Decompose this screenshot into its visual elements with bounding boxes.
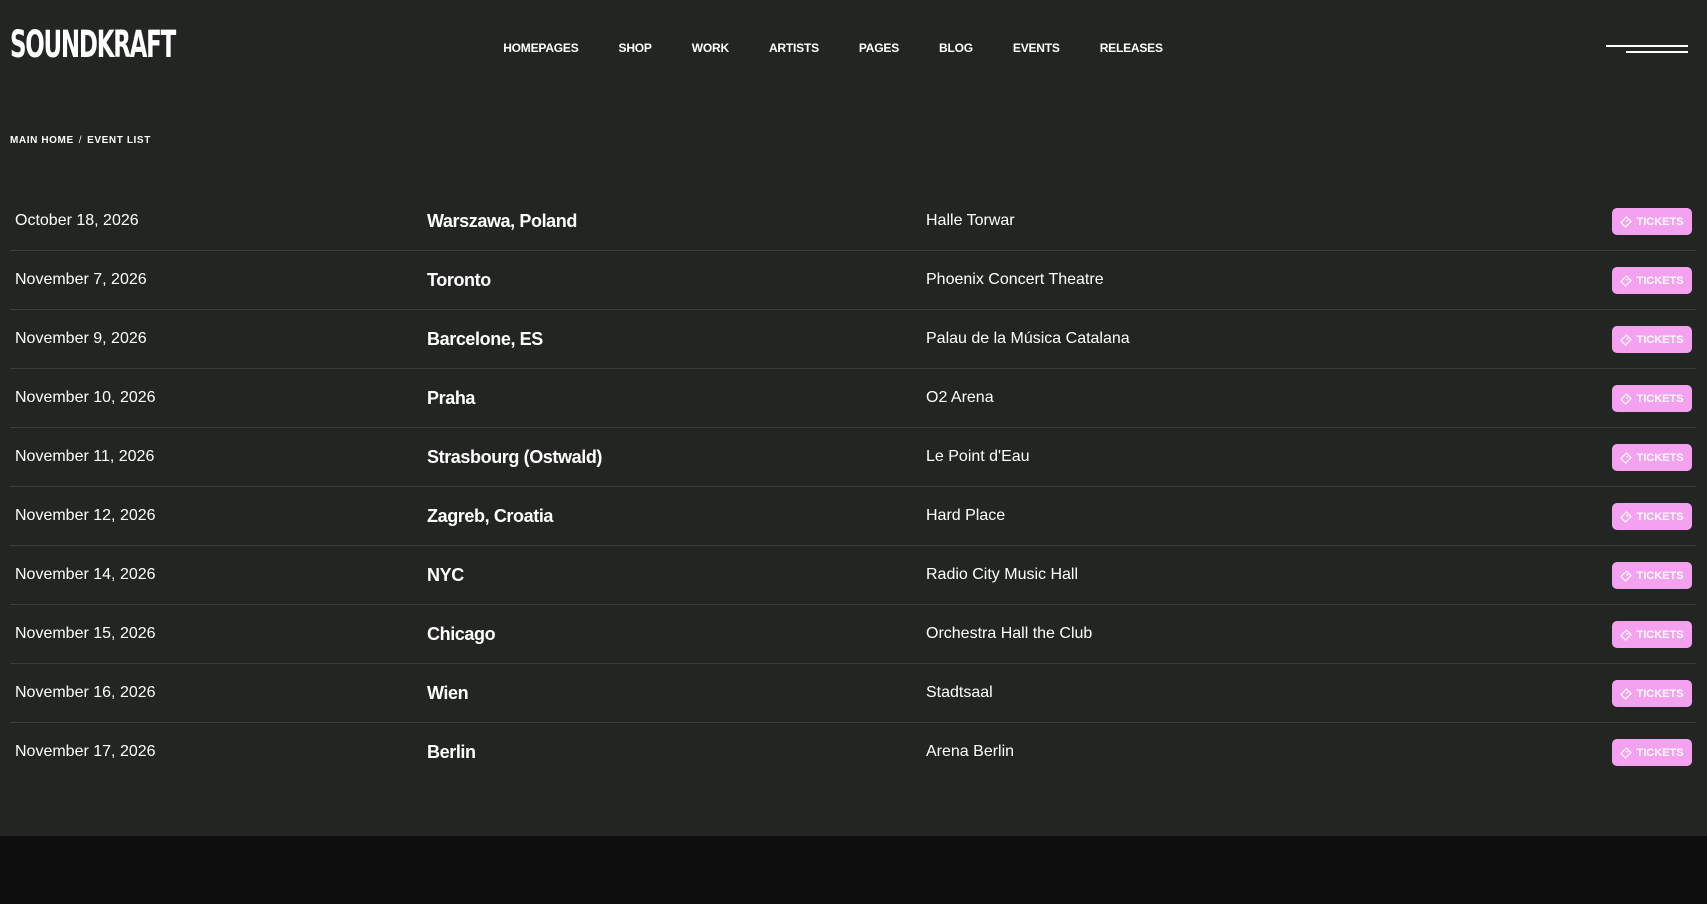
event-row: November 14, 2026 NYC Radio City Music H… [10, 546, 1696, 605]
tickets-label: TICKETS [1636, 687, 1684, 700]
nav-item-shop[interactable]: SHOP [619, 41, 652, 55]
event-city: Chicago [427, 624, 496, 644]
nav-item-pages[interactable]: PAGES [859, 41, 899, 55]
nav-item-work[interactable]: WORK [692, 41, 729, 55]
page: SOUNDKRAFT HOMEPAGES SHOP WORK ARTISTS P… [0, 0, 1707, 904]
event-city: Warszawa, Poland [427, 211, 577, 231]
event-venue: Hard Place [926, 507, 1006, 524]
event-date: November 7, 2026 [15, 271, 147, 288]
tickets-label: TICKETS [1636, 392, 1684, 405]
hamburger-icon[interactable] [1606, 42, 1688, 56]
main-nav: HOMEPAGES SHOP WORK ARTISTS PAGES BLOG E… [0, 41, 1707, 55]
event-city: Zagreb, Croatia [427, 506, 554, 526]
ticket-icon [1620, 510, 1633, 523]
ticket-icon [1620, 451, 1633, 464]
ticket-icon [1620, 746, 1633, 759]
footer-band [0, 836, 1707, 904]
event-venue: O2 Arena [926, 389, 994, 406]
tickets-button[interactable]: TICKETS [1612, 208, 1692, 235]
event-row: November 11, 2026 Strasbourg (Ostwald) L… [10, 428, 1696, 487]
event-row: November 12, 2026 Zagreb, Croatia Hard P… [10, 487, 1696, 546]
event-list: October 18, 2026 Warszawa, Poland Halle … [10, 192, 1696, 781]
event-venue: Phoenix Concert Theatre [926, 271, 1104, 288]
event-date: November 12, 2026 [15, 507, 156, 524]
event-city: Praha [427, 388, 476, 408]
event-row: November 15, 2026 Chicago Orchestra Hall… [10, 605, 1696, 664]
event-date: November 9, 2026 [15, 330, 147, 347]
event-venue: Radio City Music Hall [926, 566, 1079, 583]
tickets-button[interactable]: TICKETS [1612, 444, 1692, 471]
breadcrumb-separator: / [78, 135, 83, 146]
event-venue: Le Point d'Eau [926, 448, 1030, 465]
event-date: November 14, 2026 [15, 566, 156, 583]
ticket-icon [1620, 274, 1633, 287]
event-row: November 10, 2026 Praha O2 Arena TICKETS [10, 369, 1696, 428]
tickets-label: TICKETS [1636, 451, 1684, 464]
tickets-button[interactable]: TICKETS [1612, 267, 1692, 294]
tickets-button[interactable]: TICKETS [1612, 385, 1692, 412]
tickets-button[interactable]: TICKETS [1612, 680, 1692, 707]
tickets-label: TICKETS [1636, 333, 1684, 346]
breadcrumb-current: EVENT LIST [87, 135, 151, 146]
event-venue: Arena Berlin [926, 743, 1015, 760]
site-header: SOUNDKRAFT HOMEPAGES SHOP WORK ARTISTS P… [0, 0, 1707, 100]
hamburger-line-top [1606, 45, 1688, 47]
tickets-label: TICKETS [1636, 510, 1684, 523]
event-date: November 11, 2026 [15, 448, 155, 465]
event-city: NYC [427, 565, 464, 585]
tickets-label: TICKETS [1636, 746, 1684, 759]
event-city: Strasbourg (Ostwald) [427, 447, 603, 467]
event-row: November 9, 2026 Barcelone, ES Palau de … [10, 310, 1696, 369]
event-date: November 16, 2026 [15, 684, 156, 701]
tickets-button[interactable]: TICKETS [1612, 739, 1692, 766]
hamburger-line-bottom [1626, 51, 1688, 53]
event-venue: Palau de la Música Catalana [926, 330, 1130, 347]
ticket-icon [1620, 215, 1633, 228]
tickets-label: TICKETS [1636, 274, 1684, 287]
event-city: Berlin [427, 742, 476, 762]
ticket-icon [1620, 687, 1633, 700]
event-venue: Halle Torwar [926, 212, 1015, 229]
tickets-button[interactable]: TICKETS [1612, 621, 1692, 648]
ticket-icon [1620, 628, 1633, 641]
ticket-icon [1620, 392, 1633, 405]
nav-item-releases[interactable]: RELEASES [1100, 41, 1163, 55]
nav-item-artists[interactable]: ARTISTS [769, 41, 819, 55]
tickets-button[interactable]: TICKETS [1612, 562, 1692, 589]
event-date: November 17, 2026 [15, 743, 156, 760]
tickets-label: TICKETS [1636, 215, 1684, 228]
event-row: November 7, 2026 Toronto Phoenix Concert… [10, 251, 1696, 310]
ticket-icon [1620, 569, 1633, 582]
event-date: November 10, 2026 [15, 389, 156, 406]
event-city: Barcelone, ES [427, 329, 543, 349]
event-venue: Orchestra Hall the Club [926, 625, 1093, 642]
tickets-label: TICKETS [1636, 569, 1684, 582]
nav-item-events[interactable]: EVENTS [1013, 41, 1060, 55]
nav-item-homepages[interactable]: HOMEPAGES [503, 41, 579, 55]
tickets-button[interactable]: TICKETS [1612, 326, 1692, 353]
tickets-label: TICKETS [1636, 628, 1684, 641]
event-date: November 15, 2026 [15, 625, 156, 642]
event-row: November 17, 2026 Berlin Arena Berlin TI… [10, 723, 1696, 781]
tickets-button[interactable]: TICKETS [1612, 503, 1692, 530]
event-row: November 16, 2026 Wien Stadtsaal TICKETS [10, 664, 1696, 723]
nav-item-blog[interactable]: BLOG [939, 41, 973, 55]
event-venue: Stadtsaal [926, 684, 993, 701]
event-city: Toronto [427, 270, 491, 290]
breadcrumb: MAIN HOME / EVENT LIST [10, 135, 151, 146]
breadcrumb-home[interactable]: MAIN HOME [10, 135, 74, 146]
ticket-icon [1620, 333, 1633, 346]
event-date: October 18, 2026 [15, 212, 139, 229]
event-city: Wien [427, 683, 469, 703]
event-row: October 18, 2026 Warszawa, Poland Halle … [10, 192, 1696, 251]
